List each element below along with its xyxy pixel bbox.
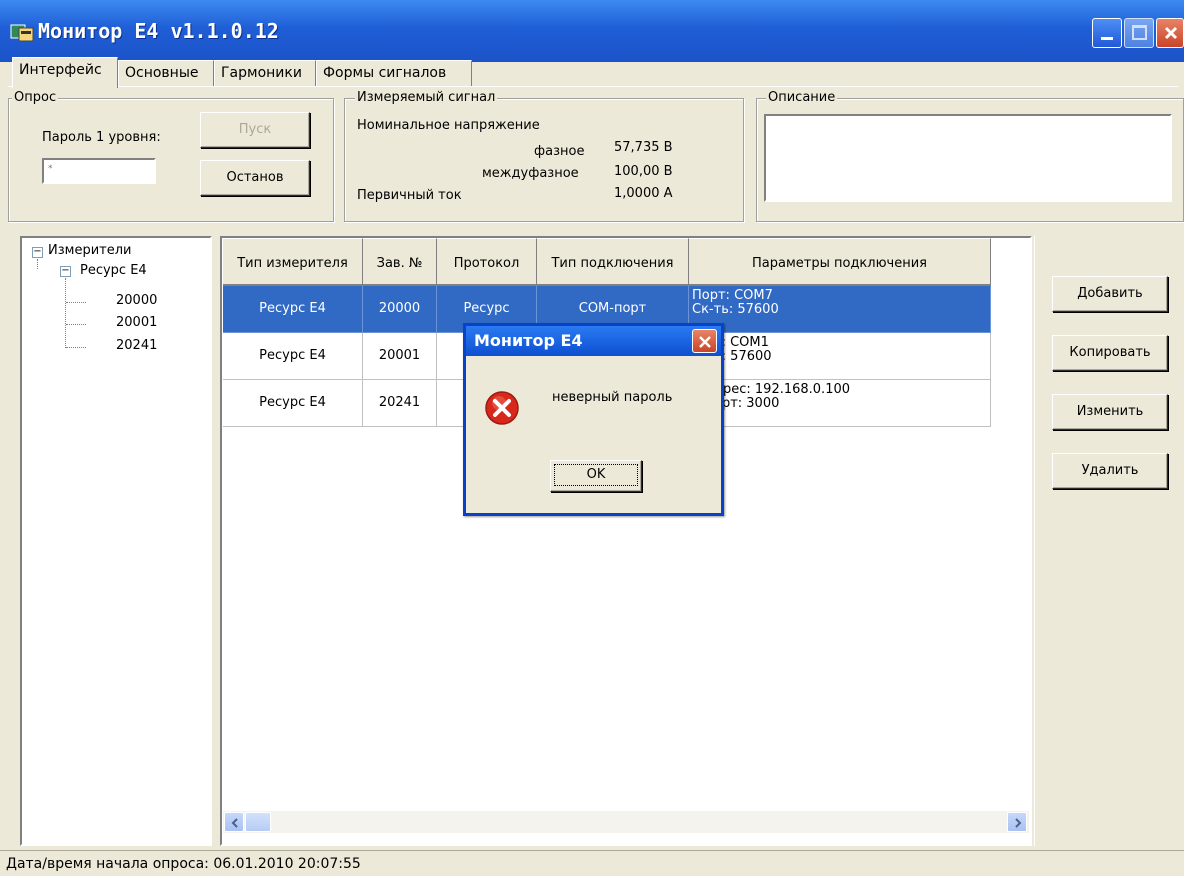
minimize-icon xyxy=(1101,37,1113,40)
cell-type: Ресурс Е4 xyxy=(223,380,363,427)
tree-leaf[interactable]: 20000 xyxy=(116,293,157,308)
cell-serial: 20001 xyxy=(363,333,437,380)
tree-connector xyxy=(66,347,86,348)
status-text: Дата/время начала опроса: 06.01.2010 20:… xyxy=(6,856,361,872)
dialog-titlebar[interactable]: Монитор E4 xyxy=(466,326,721,356)
arrow-left-icon xyxy=(231,818,238,828)
tree-collapse-icon[interactable]: − xyxy=(32,247,43,258)
params-line: Порт: COM7 xyxy=(692,288,773,303)
tab-interface[interactable]: Интерфейс xyxy=(12,57,118,88)
description-group-label: Описание xyxy=(766,90,838,105)
tab-bar xyxy=(8,86,1178,87)
dialog-close-button[interactable] xyxy=(692,329,717,353)
tab-harmonics[interactable]: Гармоники xyxy=(214,60,316,86)
delete-button[interactable]: Удалить xyxy=(1052,453,1168,489)
params-line: орт: 3000 xyxy=(714,396,780,411)
tree-connector xyxy=(66,324,86,325)
column-header-type[interactable]: Тип измерителя xyxy=(223,238,363,286)
column-header-protocol[interactable]: Протокол xyxy=(437,238,537,286)
cell-serial: 20000 xyxy=(363,286,437,333)
scroll-thumb[interactable] xyxy=(245,812,271,832)
signal-group xyxy=(344,98,744,222)
start-button[interactable]: Пуск xyxy=(200,112,310,148)
phase-voltage-label: фазное xyxy=(534,144,585,159)
tab-waveforms[interactable]: Формы сигналов xyxy=(316,60,472,86)
tree-connector xyxy=(37,259,38,269)
password-field[interactable]: * xyxy=(42,158,156,184)
cell-params: Порт: COM7 Ск-ть: 57600 xyxy=(689,286,991,333)
interphase-voltage-label: междуфазное xyxy=(482,166,579,181)
close-icon xyxy=(1164,26,1178,40)
nominal-voltage-label: Номинальное напряжение xyxy=(357,118,540,133)
action-panel xyxy=(1034,236,1184,846)
params-line: дрес: 192.168.0.100 xyxy=(714,382,851,397)
error-dialog[interactable]: Монитор E4 неверный пароль OK xyxy=(463,323,724,516)
cell-params: дрес: 192.168.0.100 орт: 3000 xyxy=(689,380,991,427)
window-titlebar[interactable]: Монитор E4 v1.1.0.12 xyxy=(0,0,1184,62)
error-icon xyxy=(485,391,519,425)
tree-leaf[interactable]: 20001 xyxy=(116,315,157,330)
scroll-left-button[interactable] xyxy=(224,812,244,832)
arrow-right-icon xyxy=(1015,818,1022,828)
ok-button[interactable]: OK xyxy=(550,460,642,492)
dialog-message: неверный пароль xyxy=(552,390,673,405)
cell-type: Ресурс Е4 xyxy=(223,286,363,333)
cell-type: Ресурс Е4 xyxy=(223,333,363,380)
password-label: Пароль 1 уровня: xyxy=(42,130,161,145)
stop-button[interactable]: Останов xyxy=(200,160,310,196)
tree-connector xyxy=(65,278,66,348)
close-button[interactable] xyxy=(1156,18,1184,48)
maximize-icon xyxy=(1132,25,1147,40)
dialog-title: Монитор E4 xyxy=(474,331,583,350)
interphase-voltage-value: 100,00 В xyxy=(614,164,673,179)
column-header-params[interactable]: Параметры подключения xyxy=(689,238,991,286)
column-header-connection[interactable]: Тип подключения xyxy=(537,238,689,286)
params-line: ь: 57600 xyxy=(714,349,772,364)
poll-group-label: Опрос xyxy=(12,90,59,105)
primary-current-value: 1,0000 А xyxy=(614,186,673,201)
scroll-right-button[interactable] xyxy=(1007,812,1027,832)
cell-serial: 20241 xyxy=(363,380,437,427)
window-title: Монитор E4 v1.1.0.12 xyxy=(38,19,279,43)
password-value: * xyxy=(48,164,53,174)
maximize-button[interactable] xyxy=(1124,18,1154,48)
params-line: т: COM1 xyxy=(714,335,769,350)
ok-label: OK xyxy=(554,464,638,486)
cell-params: т: COM1 ь: 57600 xyxy=(689,333,991,380)
tab-main[interactable]: Основные xyxy=(118,60,214,86)
tree-connector xyxy=(66,302,86,303)
tree-leaf[interactable]: 20241 xyxy=(116,338,157,353)
primary-current-label: Первичный ток xyxy=(357,188,462,203)
add-button[interactable]: Добавить xyxy=(1052,276,1168,312)
app-icon xyxy=(10,24,34,42)
copy-button[interactable]: Копировать xyxy=(1052,335,1168,371)
tree-node-resurs[interactable]: Ресурс Е4 xyxy=(78,263,149,278)
tree-collapse-icon[interactable]: − xyxy=(60,266,71,277)
edit-button[interactable]: Изменить xyxy=(1052,394,1168,430)
params-line: Ск-ть: 57600 xyxy=(692,302,779,317)
description-field[interactable] xyxy=(764,114,1172,202)
signal-group-label: Измеряемый сигнал xyxy=(355,90,498,105)
phase-voltage-value: 57,735 В xyxy=(614,140,673,155)
minimize-button[interactable] xyxy=(1092,18,1122,48)
status-bar: Дата/время начала опроса: 06.01.2010 20:… xyxy=(0,850,1184,876)
tree-root[interactable]: Измерители xyxy=(48,243,131,258)
horizontal-scrollbar[interactable] xyxy=(223,811,1029,833)
close-icon xyxy=(699,336,711,348)
column-header-serial[interactable]: Зав. № xyxy=(363,238,437,286)
